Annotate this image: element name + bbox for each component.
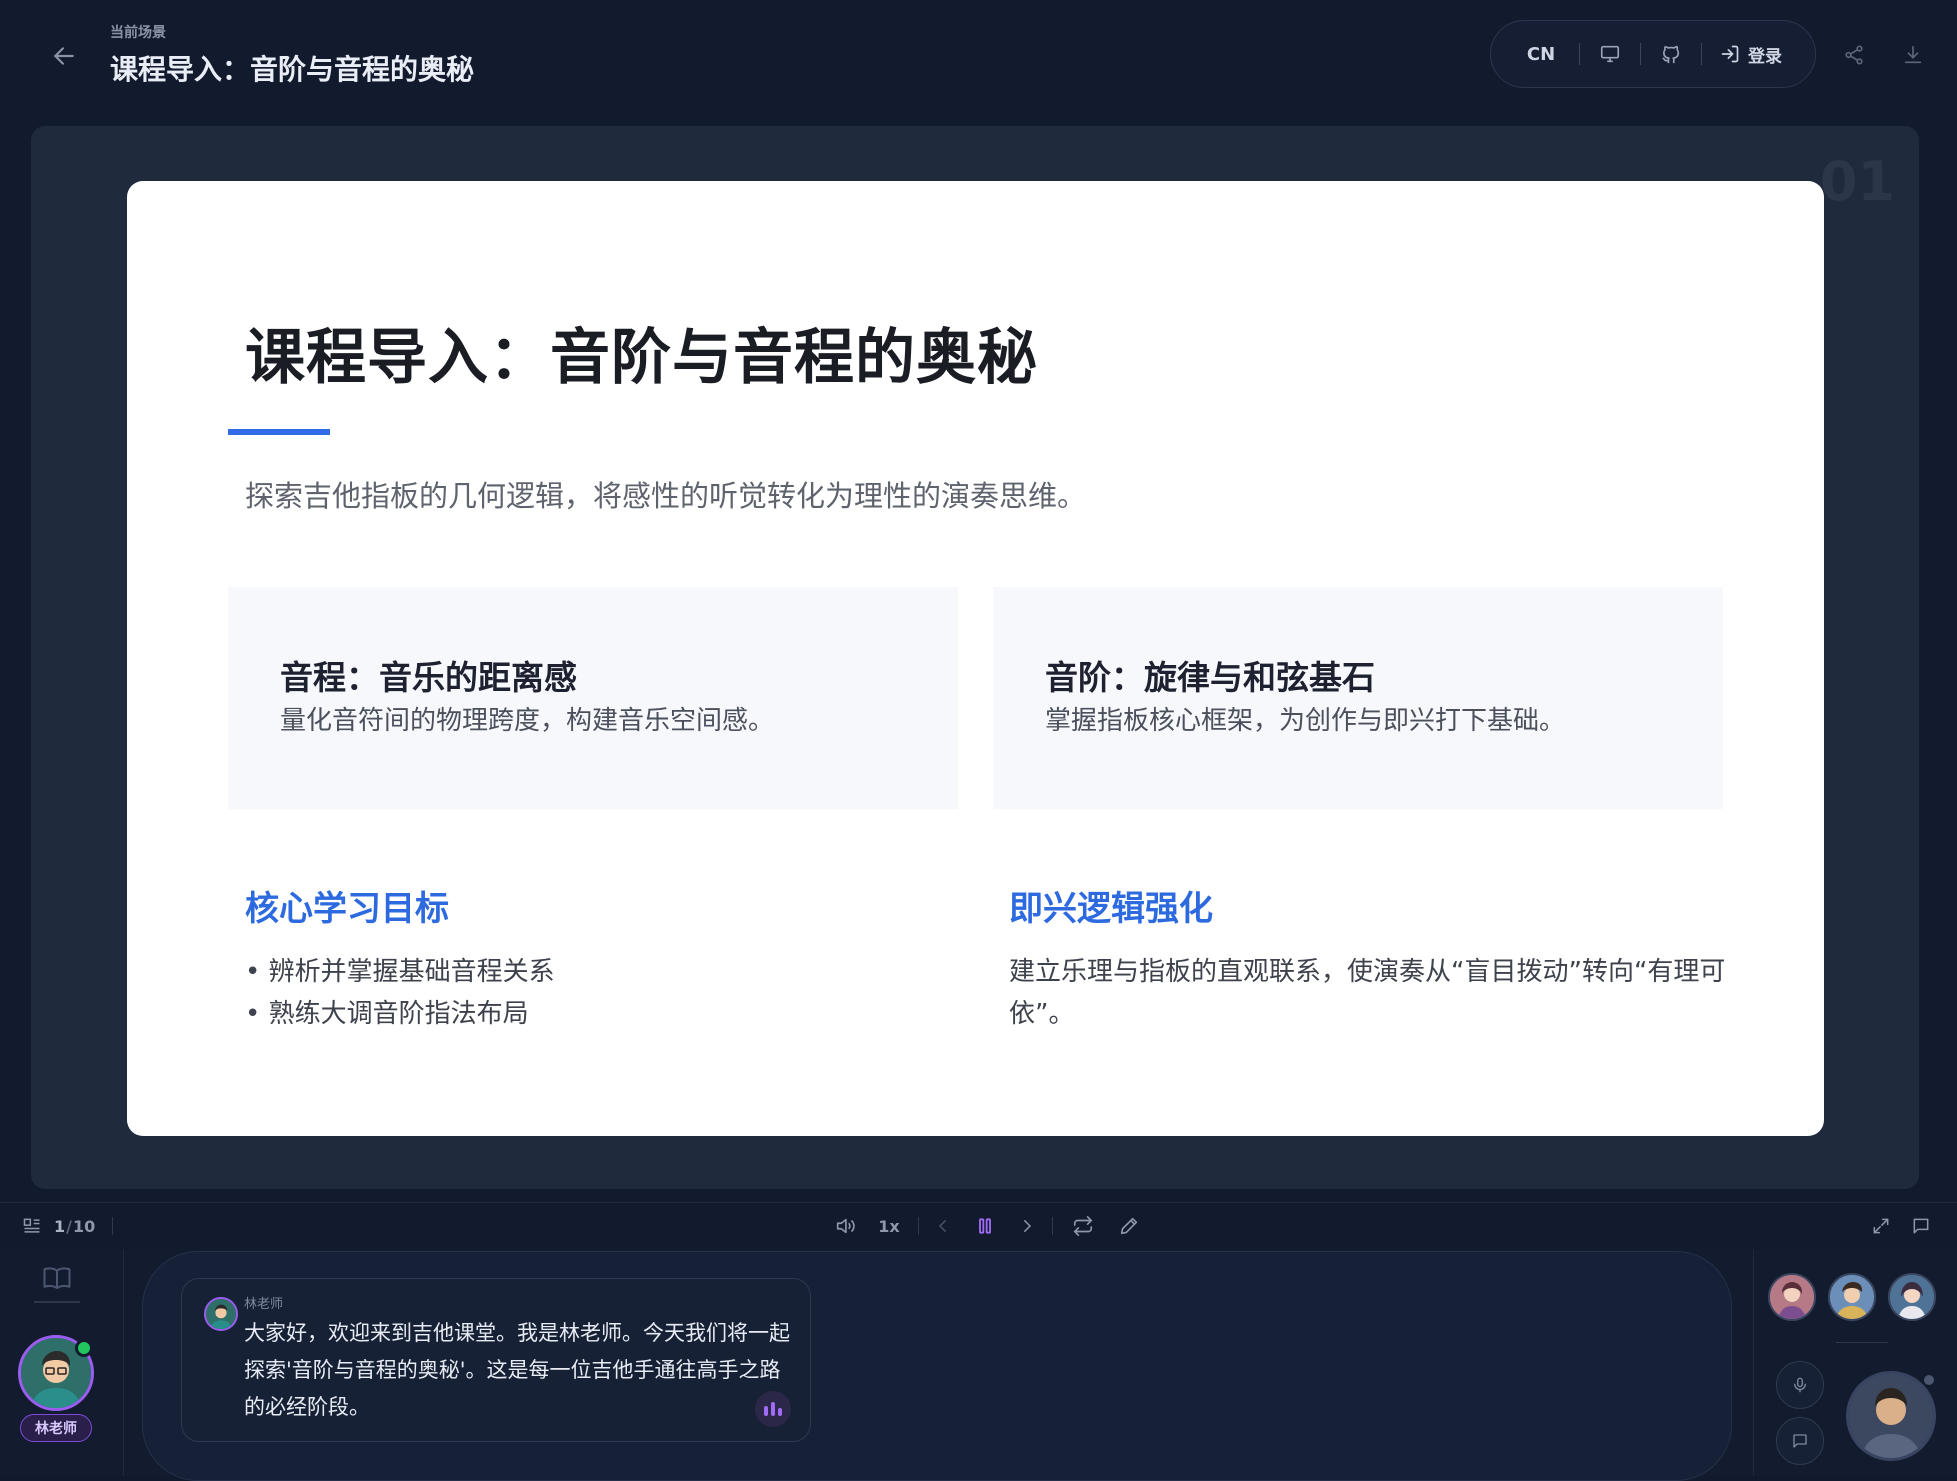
comment-icon[interactable] (1906, 1211, 1936, 1241)
card-text: 量化音符间的物理跨度，构建音乐空间感。 (280, 706, 775, 736)
student-avatar[interactable] (1768, 1273, 1816, 1321)
repeat-icon[interactable] (1068, 1211, 1098, 1241)
speaker-avatar (204, 1297, 238, 1331)
divider (918, 1217, 919, 1235)
slide-number: 01 (1819, 150, 1895, 213)
card-heading: 音阶：旋律与和弦基石 (1045, 658, 1375, 697)
top-bar: 当前场景 课程导入：音阶与音程的奥秘 CN 登录 (0, 0, 1957, 124)
header-toolbar: CN 登录 (1490, 20, 1816, 88)
divider (1640, 43, 1641, 65)
goals-list: • 辨析并掌握基础音程关系 • 熟练大调音阶指法布局 (245, 951, 555, 1035)
divider (34, 1301, 80, 1303)
chat-area: 林老师 大家好，欢迎来到吉他课堂。我是林老师。今天我们将一起探索'音阶与音程的奥… (142, 1251, 1732, 1481)
student-avatar[interactable] (1828, 1273, 1876, 1321)
github-icon[interactable] (1651, 36, 1691, 72)
online-status-dot (75, 1339, 93, 1357)
student-avatar[interactable] (1888, 1273, 1936, 1321)
speaker-name: 林老师 (244, 1297, 284, 1312)
user-status-dot (1922, 1373, 1936, 1387)
scale-card: 音阶：旋律与和弦基石 掌握指板核心框架，为创作与即兴打下基础。 (993, 587, 1723, 809)
login-icon (1721, 45, 1739, 63)
user-avatar[interactable] (1846, 1371, 1936, 1461)
list-item: • 熟练大调音阶指法布局 (245, 999, 529, 1029)
divider (1701, 43, 1702, 65)
microphone-icon[interactable] (1776, 1361, 1824, 1409)
teacher-name-tag: 林老师 (20, 1414, 92, 1442)
divider (1579, 43, 1580, 65)
divider (112, 1217, 113, 1235)
audio-wave-icon[interactable] (755, 1391, 791, 1427)
goals-heading: 核心学习目标 (245, 889, 449, 929)
page-current: 1 (54, 1216, 66, 1236)
message-text: 大家好，欢迎来到吉他课堂。我是林老师。今天我们将一起探索'音阶与音程的奥秘'。这… (244, 1321, 790, 1419)
logic-text: 建立乐理与指板的直观联系，使演奏从“盲目拨动”转向“有理可依”。 (1009, 957, 1726, 1029)
scene-title: 课程导入：音阶与音程的奥秘 (110, 53, 475, 86)
outline-icon[interactable] (20, 1211, 44, 1241)
login-button[interactable]: 登录 (1720, 42, 1782, 67)
fullscreen-icon[interactable] (1866, 1211, 1896, 1241)
share-icon[interactable] (1837, 38, 1871, 72)
monitor-icon[interactable] (1590, 36, 1630, 72)
message-bubble: 林老师 大家好，欢迎来到吉他课堂。我是林老师。今天我们将一起探索'音阶与音程的奥… (181, 1278, 811, 1442)
divider (1836, 1342, 1888, 1343)
bottom-panel: 林老师 林老师 大家好，欢迎来到吉他课堂。我是林老师。今天我们将一起探索'音阶与… (0, 1249, 1957, 1481)
volume-icon[interactable] (830, 1211, 860, 1241)
download-icon[interactable] (1896, 38, 1930, 72)
list-item: • 辨析并掌握基础音程关系 (245, 957, 555, 987)
teacher-column: 林老师 (0, 1249, 124, 1476)
prev-icon[interactable] (930, 1211, 956, 1241)
scene-label: 当前场景 (110, 25, 166, 41)
pen-icon[interactable] (1114, 1211, 1144, 1241)
language-toggle[interactable]: CN (1513, 44, 1569, 65)
slide-subtitle: 探索吉他指板的几何逻辑，将感性的听觉转化为理性的演奏思维。 (245, 479, 1087, 513)
page-indicator: 1 / 10 (54, 1211, 95, 1241)
logic-heading: 即兴逻辑强化 (1009, 889, 1213, 929)
speed-button[interactable]: 1x (872, 1211, 906, 1241)
slide-stage: 01 课程导入：音阶与音程的奥秘 探索吉他指板的几何逻辑，将感性的听觉转化为理性… (31, 126, 1919, 1189)
title-underline (228, 429, 330, 435)
next-icon[interactable] (1014, 1211, 1040, 1241)
interval-card: 音程：音乐的距离感 量化音符间的物理跨度，构建音乐空间感。 (228, 587, 958, 809)
page-total: 10 (72, 1216, 96, 1236)
page-separator: / (66, 1216, 72, 1236)
back-arrow-icon[interactable] (46, 38, 82, 74)
slide-canvas: 课程导入：音阶与音程的奥秘 探索吉他指板的几何逻辑，将感性的听觉转化为理性的演奏… (127, 181, 1824, 1136)
participants-column (1753, 1249, 1957, 1476)
card-heading: 音程：音乐的距离感 (280, 658, 577, 697)
login-label: 登录 (1748, 46, 1782, 67)
card-text: 掌握指板核心框架，为创作与即兴打下基础。 (1045, 706, 1566, 736)
book-icon[interactable] (40, 1263, 74, 1293)
chat-bubble-icon[interactable] (1776, 1417, 1824, 1465)
slide-title: 课程导入：音阶与音程的奥秘 (245, 323, 1038, 393)
divider (1052, 1217, 1053, 1235)
pause-icon[interactable] (970, 1211, 1000, 1241)
playback-bar: 1 / 10 1x (0, 1202, 1957, 1248)
